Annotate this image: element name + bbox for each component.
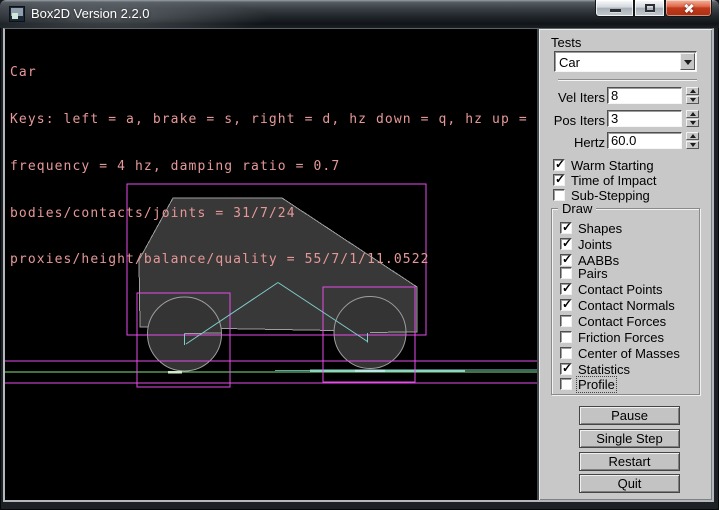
tests-dropdown-value: Car <box>559 55 580 70</box>
test-title: Car <box>10 65 537 81</box>
checkbox-box[interactable] <box>553 159 565 171</box>
wheel-right-radius-line <box>370 332 406 333</box>
arrow-up-icon <box>690 89 696 93</box>
bodies-stats: bodies/contacts/joints = 31/7/24 <box>10 206 537 222</box>
checkbox-label: Contact Normals <box>578 299 675 312</box>
spinner-up-button[interactable] <box>686 87 699 95</box>
spinner-down-button[interactable] <box>686 96 699 104</box>
single-step-button[interactable]: Single Step <box>579 429 680 448</box>
checkbox-label: Joints <box>578 238 612 251</box>
close-button[interactable] <box>665 0 712 17</box>
hertz-spinner <box>686 132 699 149</box>
draw-group-label: Draw <box>558 202 596 215</box>
checkbox-label: Pairs <box>578 267 608 280</box>
simulation-canvas[interactable]: Car Keys: left = a, brake = s, right = d… <box>5 29 537 500</box>
spinner-down-button[interactable] <box>686 119 699 127</box>
title-bar[interactable]: Box2D Version 2.2.0 <box>0 0 719 28</box>
maximize-icon <box>645 4 655 12</box>
frequency-text: frequency = 4 hz, damping ratio = 0.7 <box>10 159 537 175</box>
close-icon <box>683 2 695 14</box>
checkbox-box[interactable] <box>560 378 572 390</box>
checkbox-label: Center of Masses <box>578 347 680 360</box>
checkbox-box[interactable] <box>560 222 572 234</box>
checkbox-label: Friction Forces <box>578 331 664 344</box>
arrow-up-icon <box>690 112 696 116</box>
spinner-up-button[interactable] <box>686 110 699 118</box>
draw-group: Draw Shapes Joints AABBs Pairs <box>551 208 700 395</box>
minimize-icon <box>610 9 621 12</box>
checkbox-label: Contact Forces <box>578 315 666 328</box>
proxies-stats: proxies/height/balance/quality = 55/7/1/… <box>10 252 537 268</box>
arrow-down-icon <box>690 143 696 147</box>
tests-dropdown[interactable]: Car <box>554 51 697 72</box>
separator <box>558 79 697 81</box>
contact-point-left <box>168 371 182 374</box>
checkbox-box[interactable] <box>553 189 565 201</box>
vel-iters-label: Vel Iters <box>539 90 605 105</box>
stats-text: Car Keys: left = a, brake = s, right = d… <box>10 34 537 299</box>
window-title: Box2D Version 2.2.0 <box>31 0 150 28</box>
vel-iters-field[interactable]: 8 <box>607 87 682 104</box>
spinner-down-button[interactable] <box>686 141 699 149</box>
checkbox-label: Shapes <box>578 222 622 235</box>
arrow-up-icon <box>690 134 696 138</box>
tests-dropdown-button[interactable] <box>680 53 695 70</box>
checkbox-label: Statistics <box>578 363 630 376</box>
checkbox-box[interactable] <box>560 254 572 266</box>
minimize-button[interactable] <box>595 0 634 17</box>
maximize-button[interactable] <box>634 0 665 17</box>
checkbox-box[interactable] <box>560 299 572 311</box>
checkbox-box[interactable] <box>560 283 572 295</box>
chevron-down-icon <box>684 60 692 65</box>
checkbox-box[interactable] <box>560 331 572 343</box>
pos-iters-label: Pos Iters <box>539 113 605 128</box>
contact-point-right <box>355 370 385 373</box>
quit-button[interactable]: Quit <box>579 474 680 493</box>
arrow-down-icon <box>690 121 696 125</box>
checkbox-label: Time of Impact <box>571 174 656 187</box>
spinner-up-button[interactable] <box>686 132 699 140</box>
tests-label: Tests <box>551 36 581 49</box>
pos-iters-spinner <box>686 110 699 127</box>
checkbox-box[interactable] <box>560 347 572 359</box>
checkbox-box[interactable] <box>560 315 572 327</box>
hertz-field[interactable]: 60.0 <box>607 132 682 149</box>
checkbox-box[interactable] <box>560 363 572 375</box>
pos-iters-field[interactable]: 3 <box>607 110 682 127</box>
control-panel: Tests Car Vel Iters 8 Pos Iters 3 Hertz … <box>537 29 712 500</box>
checkbox-label: Warm Starting <box>571 159 654 172</box>
arrow-down-icon <box>690 98 696 102</box>
app-icon <box>9 6 25 22</box>
checkbox-label: Profile <box>578 378 615 391</box>
checkbox-box[interactable] <box>560 267 572 279</box>
vel-iters-spinner <box>686 87 699 104</box>
hertz-label: Hertz <box>539 135 605 150</box>
checkbox-box[interactable] <box>553 174 565 186</box>
pause-button[interactable]: Pause <box>579 406 680 425</box>
checkbox-box[interactable] <box>560 238 572 250</box>
app-window: Box2D Version 2.2.0 Car Keys: left = a, … <box>0 0 719 510</box>
keys-help: Keys: left = a, brake = s, right = d, hz… <box>10 112 537 128</box>
restart-button[interactable]: Restart <box>579 452 680 471</box>
checkbox-label: Contact Points <box>578 283 663 296</box>
client-area: Car Keys: left = a, brake = s, right = d… <box>3 28 714 502</box>
